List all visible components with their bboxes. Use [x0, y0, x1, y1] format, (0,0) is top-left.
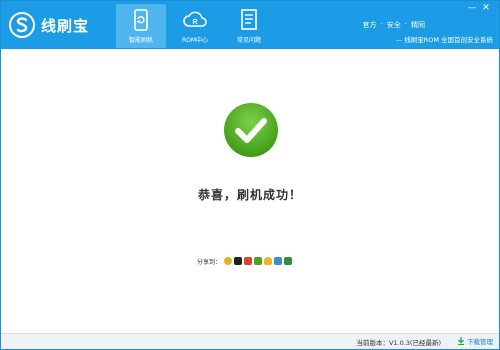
main-nav: 智能刷机 R ROM中心 常见问题 — [116, 4, 278, 48]
qzone-icon[interactable] — [264, 257, 273, 265]
app-name: 线刷宝 — [41, 16, 90, 35]
logo-icon — [9, 12, 35, 38]
svg-text:R: R — [192, 19, 197, 26]
weibo-icon[interactable] — [224, 257, 233, 265]
link-security[interactable]: 安全 — [387, 20, 401, 30]
link-official[interactable]: 官方 — [363, 20, 377, 30]
nav-item-rom-center[interactable]: R ROM中心 — [170, 4, 220, 48]
share-label: 分享到： — [197, 258, 222, 266]
app-logo: 线刷宝 — [9, 11, 89, 39]
douban-icon[interactable] — [284, 257, 293, 265]
phone-refresh-icon — [129, 8, 153, 32]
header-bar: 线刷宝 智能刷机 R ROM中心 常见问题 — ✕ 官方 · 安全 · 精同 —… — [1, 1, 499, 49]
nav-item-faq[interactable]: 常见问题 — [224, 4, 274, 48]
success-message: 恭喜，刷机成功！ — [197, 188, 302, 202]
close-button[interactable]: ✕ — [479, 2, 493, 14]
version-text: 当前版本：V1.0.3(已经最新) — [356, 339, 441, 347]
link-jingtong[interactable]: 精同 — [411, 20, 425, 30]
separator-dot: · — [404, 20, 407, 28]
minimize-button[interactable]: — — [465, 2, 479, 14]
download-label: 下载管理 — [467, 338, 493, 346]
renren-icon[interactable] — [244, 257, 253, 265]
top-links: 官方 · 安全 · 精同 — [363, 20, 425, 30]
nav-label: 智能刷机 — [128, 37, 153, 44]
separator-dot: · — [380, 20, 383, 28]
nav-label: 常见问题 — [236, 37, 261, 44]
status-bar: 当前版本：V1.0.3(已经最新) 下载管理 — [1, 333, 499, 349]
qq-icon[interactable] — [234, 257, 243, 265]
nav-label: ROM中心 — [181, 37, 209, 44]
kaixin-icon[interactable] — [254, 257, 263, 265]
download-icon — [458, 337, 464, 345]
cloud-rom-icon: R — [183, 8, 207, 32]
app-window: 线刷宝 智能刷机 R ROM中心 常见问题 — ✕ 官方 · 安全 · 精同 —… — [0, 0, 500, 350]
nav-item-smart-flash[interactable]: 智能刷机 — [116, 4, 166, 48]
download-manager-button[interactable]: 下载管理 — [457, 336, 493, 346]
header-slogan: — 线刷宝ROM 全国首创安全系统 — [395, 36, 493, 44]
document-faq-icon — [237, 8, 261, 32]
success-check-icon — [223, 102, 279, 158]
slogan-text: 线刷宝ROM 全国首创安全系统 — [404, 36, 493, 44]
tencent-weibo-icon[interactable] — [274, 257, 283, 265]
share-bar: 分享到： — [197, 256, 294, 266]
window-controls: — ✕ — [465, 2, 493, 14]
